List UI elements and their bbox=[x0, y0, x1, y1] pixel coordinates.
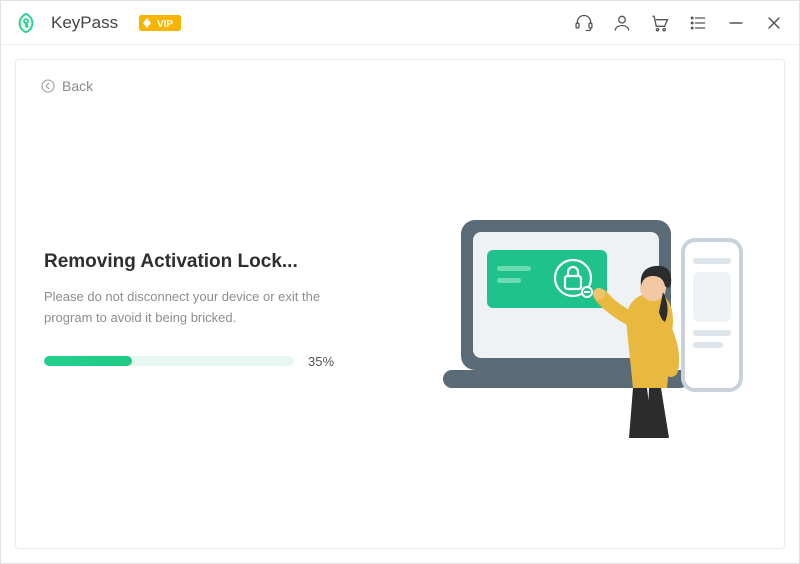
lock-card-icon bbox=[487, 250, 607, 308]
titlebar-right bbox=[573, 12, 785, 34]
cart-icon[interactable] bbox=[649, 12, 671, 34]
progress-row: 35% bbox=[44, 354, 364, 369]
content-body: Removing Activation Lock... Please do no… bbox=[40, 99, 760, 521]
content-card: Back Removing Activation Lock... Please … bbox=[15, 59, 785, 549]
progress-fill bbox=[44, 356, 132, 366]
headset-icon[interactable] bbox=[573, 12, 595, 34]
illustration bbox=[416, 180, 756, 440]
app-logo bbox=[15, 12, 37, 34]
back-button[interactable]: Back bbox=[40, 78, 93, 94]
progress-panel: Removing Activation Lock... Please do no… bbox=[44, 251, 364, 368]
vip-badge[interactable]: VIP bbox=[138, 13, 182, 33]
progress-heading: Removing Activation Lock... bbox=[44, 251, 364, 273]
app-name: KeyPass bbox=[51, 13, 118, 33]
app-window: KeyPass VIP bbox=[0, 0, 800, 564]
progress-percent: 35% bbox=[308, 354, 334, 369]
close-icon[interactable] bbox=[763, 12, 785, 34]
titlebar-left: KeyPass VIP bbox=[15, 12, 182, 34]
titlebar: KeyPass VIP bbox=[1, 1, 799, 45]
menu-icon[interactable] bbox=[687, 12, 709, 34]
progress-subtext: Please do not disconnect your device or … bbox=[44, 287, 324, 327]
minimize-icon[interactable] bbox=[725, 12, 747, 34]
svg-text:VIP: VIP bbox=[157, 19, 173, 30]
progress-bar bbox=[44, 356, 294, 366]
user-icon[interactable] bbox=[611, 12, 633, 34]
back-label: Back bbox=[62, 78, 93, 94]
